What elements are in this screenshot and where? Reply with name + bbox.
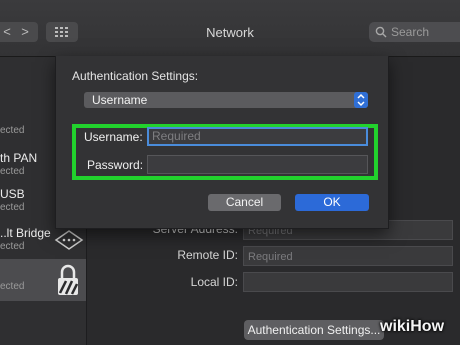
service-status: ected [0, 202, 25, 213]
username-input[interactable]: Required [147, 127, 368, 146]
remote-id-label: Remote ID: [177, 248, 238, 262]
window-titlebar: < > Network Search [0, 0, 460, 57]
service-status: ected [0, 241, 25, 252]
remote-id-field[interactable]: Required [243, 246, 453, 266]
service-name: USB [0, 187, 25, 201]
service-status: ected [0, 166, 25, 177]
bridge-icon [54, 230, 84, 250]
local-id-label: Local ID: [190, 275, 238, 289]
cancel-button[interactable]: Cancel [208, 194, 281, 211]
forward-button[interactable]: > [12, 22, 38, 42]
password-input[interactable] [147, 155, 368, 174]
service-status: ected [0, 125, 25, 136]
password-label: Password: [87, 158, 144, 172]
lock-icon [58, 264, 79, 295]
grid-icon [55, 27, 68, 37]
chevron-right-icon: > [21, 24, 29, 39]
authentication-settings-button[interactable]: Authentication Settings... [244, 320, 384, 340]
service-name: ..lt Bridge [0, 226, 51, 240]
search-icon [375, 26, 387, 38]
search-placeholder: Search [391, 25, 430, 39]
search-input[interactable]: Search [369, 22, 460, 42]
chevron-left-icon: < [3, 24, 11, 39]
authentication-method-select[interactable]: Username [84, 92, 368, 108]
service-name: th PAN [0, 151, 38, 165]
remote-id-placeholder: Required [248, 251, 293, 263]
service-status: ected [0, 281, 25, 292]
authentication-settings-sheet: Authentication Settings: Username Userna… [55, 56, 389, 229]
username-placeholder: Required [152, 129, 201, 143]
local-id-field[interactable] [243, 272, 453, 292]
sheet-heading: Authentication Settings: [72, 69, 199, 83]
username-label: Username: [84, 130, 143, 144]
ok-button[interactable]: OK [295, 194, 369, 211]
wikihow-watermark: wikiHow [380, 318, 445, 335]
authentication-method-value: Username [92, 93, 148, 107]
service-item-vpn[interactable]: ected [0, 259, 86, 301]
show-all-button[interactable] [46, 22, 78, 42]
updown-arrows-icon [354, 92, 368, 108]
